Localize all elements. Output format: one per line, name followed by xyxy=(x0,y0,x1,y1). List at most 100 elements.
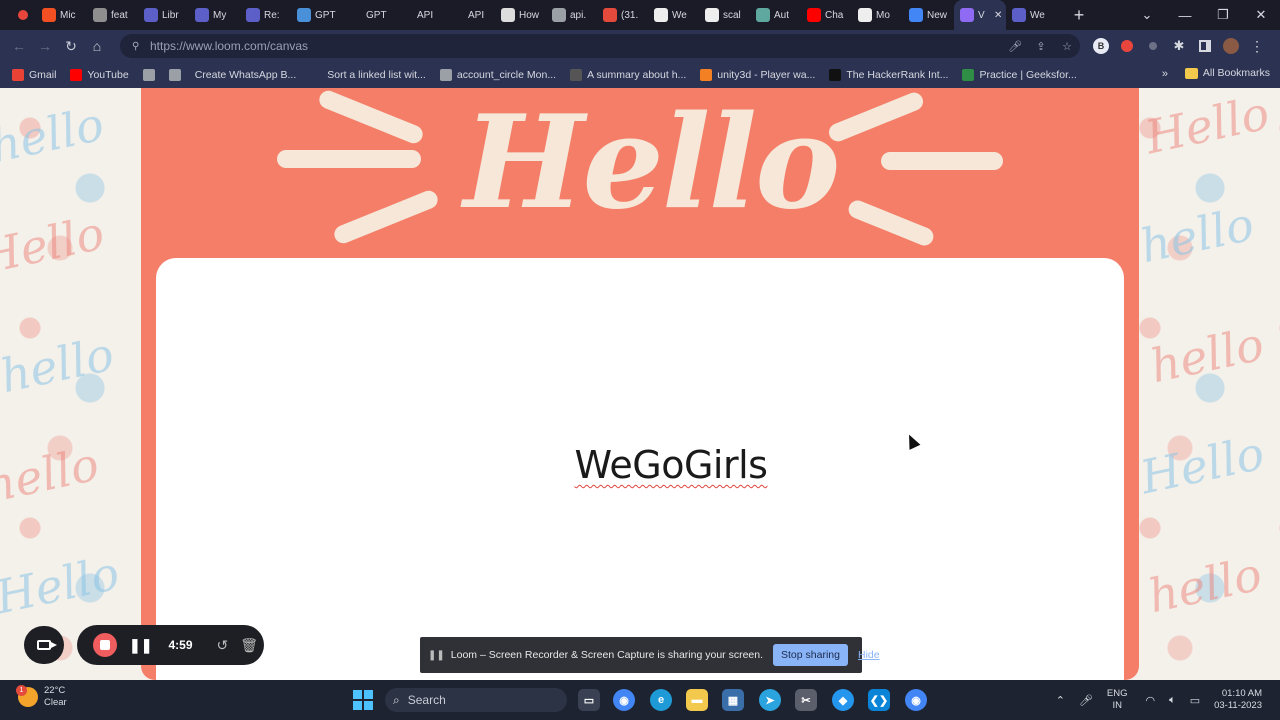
url-text[interactable]: https://www.loom.com/canvas xyxy=(150,39,1002,53)
extension-loom[interactable] xyxy=(1114,34,1140,58)
puzzle-icon: ✱ xyxy=(1173,38,1185,53)
all-bookmarks-button[interactable]: All Bookmarks xyxy=(1184,67,1270,79)
close-tab-icon[interactable]: ✕ xyxy=(994,10,1002,21)
reload-button[interactable]: ↻ xyxy=(58,38,84,55)
bookmark-item[interactable]: unity3d - Player wa... xyxy=(700,69,815,81)
bookmark-item[interactable]: Practice | Geeksfor... xyxy=(962,69,1077,81)
browser-tab[interactable]: New xyxy=(903,0,954,30)
site-info-icon[interactable]: ⚲ xyxy=(132,41,144,52)
wifi-icon[interactable]: ◠ xyxy=(1145,694,1155,707)
address-bar[interactable]: ⚲ https://www.loom.com/canvas 🎤︎ ⇪ ☆ xyxy=(120,34,1080,58)
minimize-button[interactable]: — xyxy=(1166,8,1204,23)
delete-recording-button[interactable]: 🗑︎ xyxy=(240,637,258,654)
mic-tray-icon[interactable]: 🎤︎ xyxy=(1079,694,1093,707)
side-panel-button[interactable] xyxy=(1192,34,1218,58)
pause-recording-button[interactable]: ❚❚ xyxy=(129,637,152,654)
browser-tab[interactable]: Cha xyxy=(801,0,852,30)
tab-search-icon[interactable]: ⌄ xyxy=(1128,7,1166,23)
drag-handle-icon[interactable]: ❚❚ xyxy=(428,650,445,661)
browser-tab[interactable]: We xyxy=(648,0,699,30)
bookmark-item[interactable]: account_circle Mon... xyxy=(439,69,556,81)
weather-widget[interactable]: 1 22°C Clear xyxy=(16,685,67,709)
name-card-body[interactable]: WeGoGirls xyxy=(156,258,1124,680)
browser-tab[interactable]: feat xyxy=(87,0,138,30)
taskbar-search[interactable]: ⌕ Search xyxy=(385,688,567,712)
browser-tab[interactable]: API xyxy=(444,0,495,30)
browser-tab[interactable]: GPT xyxy=(342,0,393,30)
edge-taskbar-icon[interactable]: e xyxy=(650,689,672,711)
window-controls: ⌄ — ❐ ✕ xyxy=(1128,0,1280,30)
bookmark-star-icon[interactable]: ☆ xyxy=(1054,40,1080,53)
bookmark-item[interactable]: Gmail xyxy=(12,69,56,81)
browser-tab[interactable]: Aut xyxy=(750,0,801,30)
file-explorer-icon[interactable]: ▬ xyxy=(686,689,708,711)
share-icon[interactable]: ⇪ xyxy=(1028,40,1054,53)
telegram-icon[interactable]: ➤ xyxy=(759,689,781,711)
bookmark-item[interactable]: Create WhatsApp B... xyxy=(195,69,297,81)
language-indicator[interactable]: ENG IN xyxy=(1107,688,1128,712)
loom-recording-controls: ❚❚ 4:59 ↺ 🗑︎ xyxy=(77,625,264,665)
tab-label: API xyxy=(417,9,434,21)
browser-tab[interactable]: GPT xyxy=(291,0,342,30)
name-text[interactable]: WeGoGirls xyxy=(156,443,1139,487)
tray-overflow-icon[interactable]: ⌃ xyxy=(1056,694,1065,707)
account-avatar-button[interactable] xyxy=(1218,34,1244,58)
mic-icon[interactable]: 🎤︎ xyxy=(1002,40,1028,53)
bookmarks-overflow-button[interactable]: » xyxy=(1162,68,1168,80)
browser-tab[interactable]: (31. xyxy=(597,0,648,30)
windows-taskbar: 1 22°C Clear ⌕ Search ▭ ◉ e ▬ ▦ ➤ ✂ ◆ ❮❯… xyxy=(0,680,1280,720)
battery-icon[interactable]: ▭ xyxy=(1190,694,1200,707)
openai-icon xyxy=(297,8,311,22)
github-icon xyxy=(858,8,872,22)
volume-icon[interactable]: 🔈︎ xyxy=(1169,694,1176,707)
profile-extension[interactable]: B xyxy=(1088,34,1114,58)
bookmark-item[interactable] xyxy=(142,69,155,81)
globe-icon xyxy=(142,69,155,81)
clock[interactable]: 01:10 AM 03-11-2023 xyxy=(1214,688,1262,712)
bookmark-item[interactable]: The HackerRank Int... xyxy=(829,69,948,81)
globe-icon xyxy=(168,69,181,81)
background-word: hello xyxy=(0,326,119,404)
stop-recording-button[interactable] xyxy=(93,633,117,657)
bookmark-item[interactable]: YouTube xyxy=(70,69,129,81)
back-button[interactable]: ← xyxy=(6,38,32,54)
close-window-button[interactable]: ✕ xyxy=(1242,7,1280,23)
stop-icon xyxy=(100,640,110,650)
bookmark-item[interactable]: Sort a linked list wit... xyxy=(310,69,426,81)
background-word: hello xyxy=(1135,196,1259,274)
browser-tab[interactable]: Libr xyxy=(138,0,189,30)
browser-tab[interactable]: API xyxy=(393,0,444,30)
home-button[interactable]: ⌂ xyxy=(84,38,110,54)
chrome-profile-taskbar-icon[interactable]: ◉ xyxy=(905,689,927,711)
vscode-icon[interactable]: ❮❯ xyxy=(868,689,890,711)
new-tab-button[interactable]: + xyxy=(1071,5,1087,26)
extension-misc[interactable] xyxy=(1140,34,1166,58)
browser-tab[interactable]: Mic xyxy=(36,0,87,30)
browser-tab[interactable]: scal xyxy=(699,0,750,30)
gfg-icon xyxy=(962,69,975,81)
browser-tab[interactable]: My xyxy=(189,0,240,30)
browser-tab[interactable]: api. xyxy=(546,0,597,30)
snipping-tool-icon[interactable]: ✂ xyxy=(795,689,817,711)
task-view-icon[interactable]: ▭ xyxy=(578,689,600,711)
browser-tab[interactable]: We xyxy=(1006,0,1057,30)
loom-extension-icon xyxy=(1121,40,1133,52)
maximize-button[interactable]: ❐ xyxy=(1204,7,1242,23)
start-button[interactable] xyxy=(353,690,373,710)
chrome-taskbar-icon[interactable]: ◉ xyxy=(613,689,635,711)
bookmark-item[interactable]: A summary about h... xyxy=(570,69,686,81)
browser-tab[interactable]: Mo xyxy=(852,0,903,30)
browser-tab[interactable]: How xyxy=(495,0,546,30)
browser-tab[interactable]: Re: xyxy=(240,0,291,30)
camera-toggle-button[interactable] xyxy=(24,626,64,664)
hide-notice-link[interactable]: Hide xyxy=(858,649,880,661)
bookmark-item[interactable] xyxy=(168,69,181,81)
browser-tab[interactable]: V ✕ xyxy=(954,0,1006,30)
restart-recording-button[interactable]: ↺ xyxy=(217,637,229,654)
docker-icon[interactable]: ◆ xyxy=(832,689,854,711)
extensions-menu[interactable]: ✱ xyxy=(1166,34,1192,58)
chrome-menu-button[interactable]: ⋮ xyxy=(1244,34,1270,58)
store-icon[interactable]: ▦ xyxy=(722,689,744,711)
stop-sharing-button[interactable]: Stop sharing xyxy=(773,644,848,666)
forward-button[interactable]: → xyxy=(32,38,58,54)
